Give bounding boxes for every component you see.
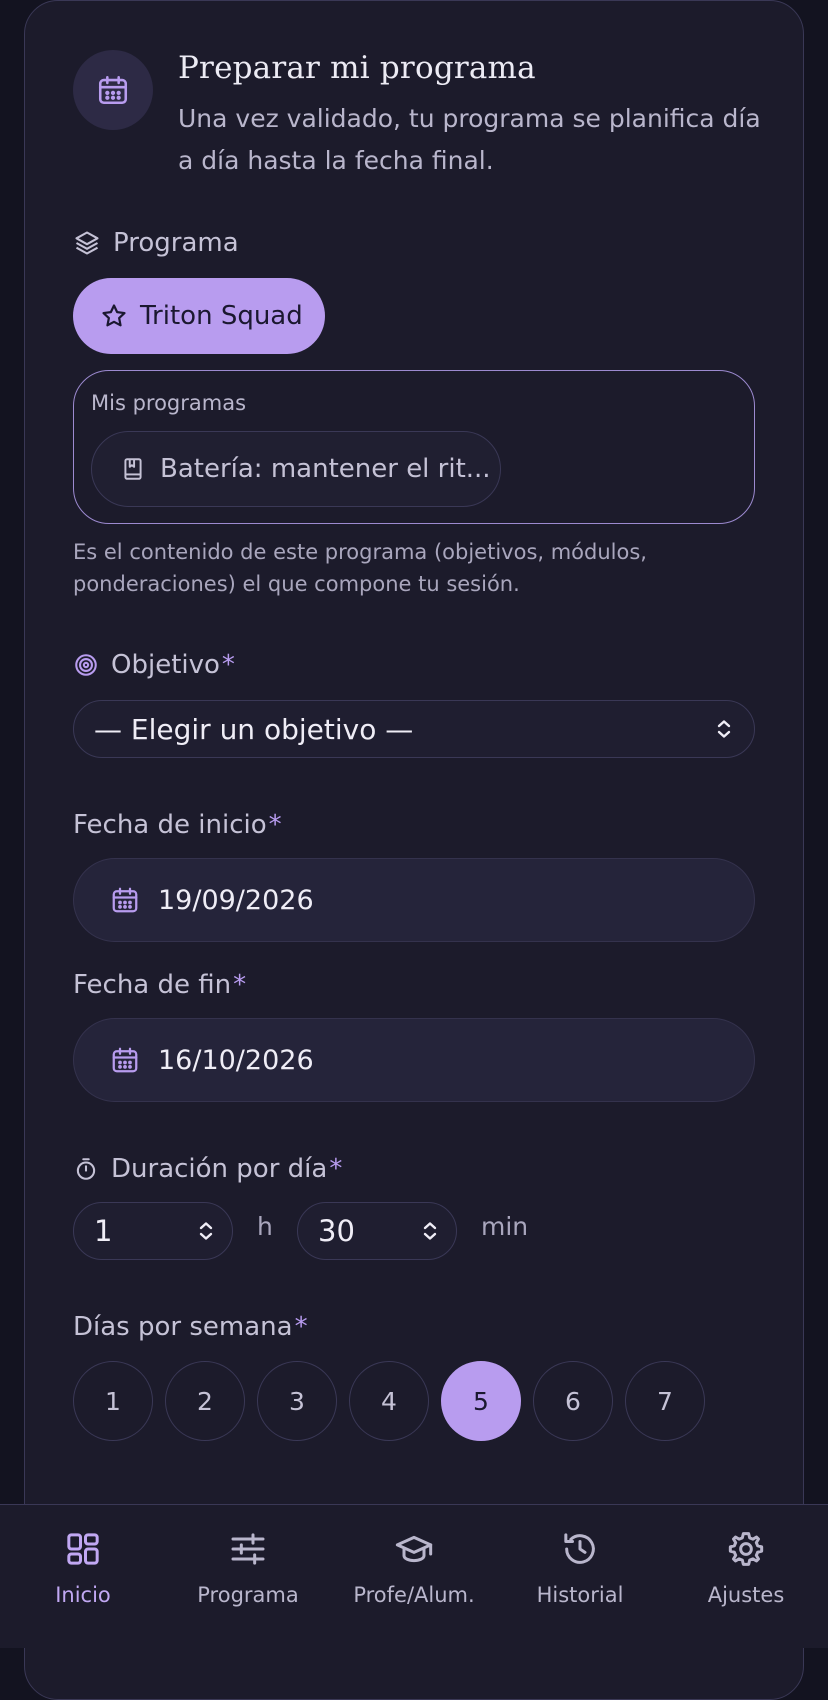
calendar-icon (73, 50, 153, 130)
duracion-label-text: Duración por día (111, 1154, 328, 1184)
day-option-7[interactable]: 7 (625, 1361, 705, 1441)
calendar-icon (110, 1045, 140, 1075)
minutes-select[interactable]: 30 (297, 1202, 457, 1260)
target-icon (73, 652, 99, 678)
nav-ajustes[interactable]: Ajustes (663, 1505, 828, 1649)
hours-value: 1 (94, 1214, 113, 1248)
history-icon (560, 1529, 600, 1569)
day-option-2[interactable]: 2 (165, 1361, 245, 1441)
nav-label: Historial (536, 1583, 624, 1607)
minutes-value: 30 (318, 1214, 355, 1248)
calendar-icon (110, 885, 140, 915)
star-icon (100, 302, 128, 330)
dias-semana-label: Días por semana* (73, 1312, 308, 1342)
required-marker: * (294, 1312, 308, 1342)
programa-label-text: Programa (113, 228, 239, 258)
program-chip-bateria[interactable]: Batería: mantener el rit... (91, 431, 501, 507)
sliders-icon (228, 1529, 268, 1569)
fecha-inicio-value: 19/09/2026 (158, 884, 314, 916)
programa-label: Programa (73, 228, 239, 258)
day-option-6[interactable]: 6 (533, 1361, 613, 1441)
fecha-inicio-label-text: Fecha de inicio (73, 810, 267, 840)
hours-unit: h (257, 1212, 273, 1241)
bottom-nav: Inicio Programa Profe/Alum. Historial Aj… (0, 1504, 828, 1648)
minutes-unit: min (481, 1212, 529, 1241)
fecha-inicio-label: Fecha de inicio* (73, 810, 282, 840)
day-option-4[interactable]: 4 (349, 1361, 429, 1441)
fecha-fin-label-text: Fecha de fin (73, 970, 232, 1000)
nav-label: Ajustes (707, 1583, 785, 1607)
objetivo-label-text: Objetivo (111, 650, 220, 680)
grid-icon (63, 1529, 103, 1569)
bookmark-book-icon (120, 456, 146, 482)
graduation-cap-icon (394, 1529, 434, 1569)
page-title: Preparar mi programa (178, 50, 536, 86)
objetivo-select-value: — Elegir un objetivo — (94, 712, 414, 746)
fecha-fin-input[interactable]: 16/10/2026 (73, 1018, 755, 1102)
mis-programas-group: Mis programas Batería: mantener el rit..… (73, 370, 755, 524)
program-chip-triton-squad[interactable]: Triton Squad (73, 278, 325, 354)
nav-profe-alum[interactable]: Profe/Alum. (331, 1505, 497, 1649)
objetivo-select[interactable]: — Elegir un objetivo — (73, 700, 755, 758)
gear-icon (726, 1529, 766, 1569)
required-marker: * (268, 810, 282, 840)
duracion-label: Duración por día* (73, 1154, 342, 1184)
programa-help-text: Es el contenido de este programa (objeti… (73, 540, 647, 596)
fecha-inicio-input[interactable]: 19/09/2026 (73, 858, 755, 942)
nav-historial[interactable]: Historial (497, 1505, 663, 1649)
day-option-1[interactable]: 1 (73, 1361, 153, 1441)
nav-label: Programa (197, 1583, 299, 1607)
hours-select[interactable]: 1 (73, 1202, 233, 1260)
nav-label: Inicio (55, 1583, 111, 1607)
nav-label: Profe/Alum. (353, 1583, 475, 1607)
page-subtitle: Una vez validado, tu programa se planifi… (178, 104, 761, 175)
fecha-fin-label: Fecha de fin* (73, 970, 246, 1000)
nav-programa[interactable]: Programa (165, 1505, 331, 1649)
stopwatch-icon (73, 1156, 99, 1182)
required-marker: * (233, 970, 247, 1000)
dias-semana-label-text: Días por semana (73, 1312, 293, 1342)
chevron-up-down-icon (418, 1219, 442, 1243)
day-option-5[interactable]: 5 (441, 1361, 521, 1441)
layers-icon (73, 229, 101, 257)
mis-programas-label: Mis programas (91, 391, 247, 415)
program-chip-bateria-label: Batería: mantener el rit... (160, 454, 491, 484)
day-option-3[interactable]: 3 (257, 1361, 337, 1441)
program-chip-label: Triton Squad (140, 301, 303, 331)
required-marker: * (221, 650, 235, 680)
chevron-up-down-icon (712, 717, 736, 741)
fecha-fin-value: 16/10/2026 (158, 1044, 314, 1076)
required-marker: * (329, 1154, 343, 1184)
chevron-up-down-icon (194, 1219, 218, 1243)
nav-inicio[interactable]: Inicio (0, 1505, 166, 1649)
objetivo-label: Objetivo* (73, 650, 235, 680)
